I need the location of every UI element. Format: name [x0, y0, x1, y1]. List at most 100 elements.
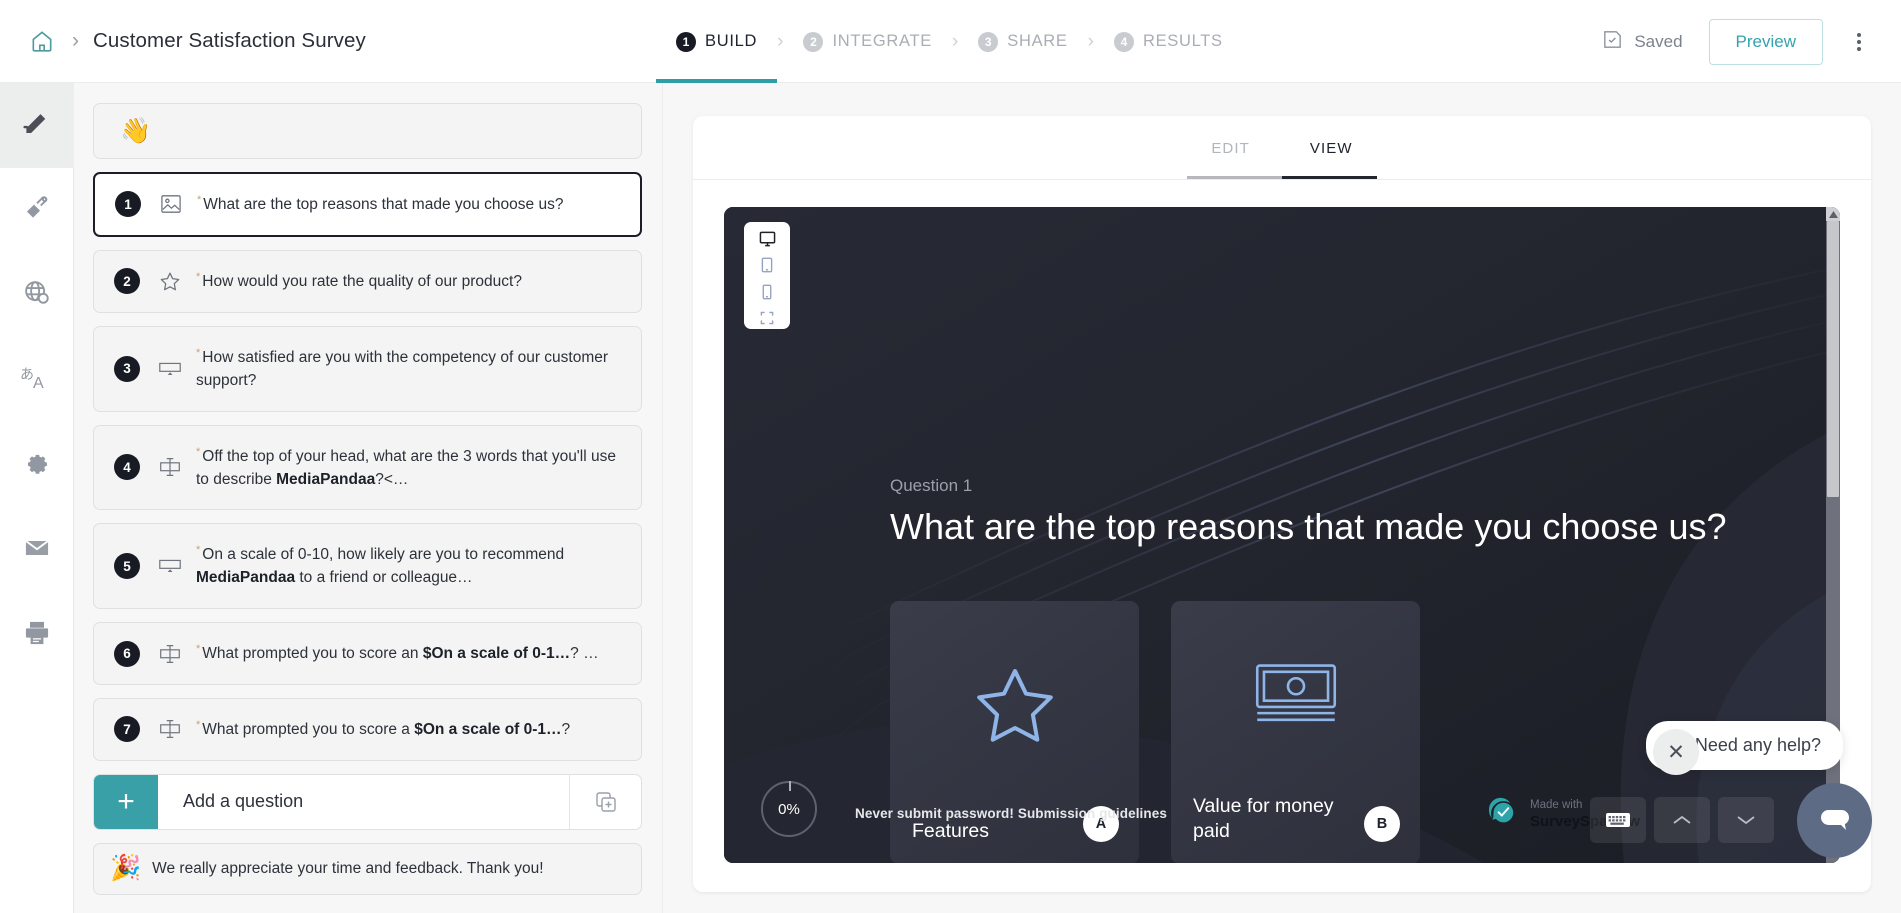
question-body-end: ?	[561, 721, 571, 739]
device-preview-switcher	[744, 222, 790, 329]
saved-file-icon	[1601, 28, 1624, 56]
step-build[interactable]: 1 BUILD	[655, 0, 778, 83]
svg-text:あ: あ	[20, 367, 34, 383]
more-options-icon[interactable]	[1837, 20, 1881, 64]
question-piped-value: MediaPandaa	[196, 569, 296, 587]
scrollbar-up-arrow[interactable]	[1826, 207, 1840, 221]
question-card-3[interactable]: 3 * How satisfied are you with the compet…	[93, 325, 642, 412]
sidebar-item-build[interactable]	[0, 83, 74, 168]
preview-button[interactable]: Preview	[1708, 18, 1823, 65]
question-card-2[interactable]: 2 * How would you rate the quality of our…	[93, 249, 642, 313]
step-number: 1	[676, 31, 696, 52]
preview-area: EDIT VIEW Question 1 What are the top re…	[663, 83, 1901, 913]
sidebar-item-print[interactable]	[0, 593, 74, 678]
add-question-label: Add a question	[183, 791, 304, 812]
question-text: * How would you rate the quality of our p…	[190, 251, 641, 312]
question-body-end: ?<…	[375, 470, 409, 488]
question-text: * What prompted you to score an $On a sca…	[190, 623, 641, 684]
survey-builder-app: › Customer Satisfaction Survey 1 BUILD ›…	[0, 0, 1901, 913]
sidebar-item-email[interactable]	[0, 508, 74, 593]
text-input-icon	[150, 718, 190, 740]
settings-gear-icon	[23, 449, 51, 482]
question-card-4[interactable]: 4 * Off the top of your head, what are th…	[93, 424, 642, 511]
page-title: Customer Satisfaction Survey	[93, 29, 366, 52]
opinion-scale-icon	[150, 359, 190, 379]
top-bar: › Customer Satisfaction Survey 1 BUILD ›…	[0, 0, 1901, 83]
question-number: 7	[114, 716, 140, 743]
required-asterisk: *	[196, 643, 201, 656]
question-card-5[interactable]: 5 * On a scale of 0-10, how likely are yo…	[93, 523, 642, 610]
step-chevron-icon: ›	[1087, 30, 1094, 52]
tab-edit[interactable]: EDIT	[1181, 118, 1280, 177]
question-piped-value: MediaPandaa	[276, 470, 376, 488]
question-card-1[interactable]: 1 * What are the top reasons that made yo…	[93, 172, 642, 237]
step-label: RESULTS	[1142, 32, 1223, 50]
question-number: 3	[114, 355, 140, 382]
required-asterisk: *	[196, 718, 201, 731]
fullscreen-preview-icon[interactable]	[754, 308, 780, 330]
progress-value: 0%	[778, 800, 800, 818]
step-label: BUILD	[705, 32, 758, 50]
required-asterisk: *	[196, 544, 201, 557]
sidebar-item-language-region[interactable]	[0, 253, 74, 338]
nav-down-icon[interactable]	[1718, 797, 1774, 843]
sidebar-item-translate[interactable]: あ A	[0, 338, 74, 423]
question-text: * What are the top reasons that made you …	[191, 174, 640, 235]
add-question-row[interactable]: + Add a question	[93, 773, 642, 830]
sidebar-item-settings[interactable]	[0, 423, 74, 508]
globe-icon	[22, 278, 52, 313]
saved-label: Saved	[1634, 31, 1683, 51]
home-icon[interactable]	[22, 21, 62, 61]
plus-icon[interactable]: +	[94, 774, 158, 829]
question-body: What prompted you to score an	[202, 645, 423, 663]
question-text: * Off the top of your head, what are the …	[190, 426, 641, 510]
tablet-preview-icon[interactable]	[754, 255, 780, 277]
question-body: On a scale of 0-10, how likely are you t…	[202, 546, 565, 564]
question-piped-value: $On a scale of 0-1…	[422, 645, 571, 663]
step-number: 3	[978, 31, 999, 52]
tab-view[interactable]: VIEW	[1280, 118, 1383, 177]
step-results[interactable]: 4 RESULTS	[1110, 0, 1227, 83]
preview-footer: 0% Never submit password! Submission gui…	[724, 767, 1840, 863]
preview-question-title: What are the top reasons that made you c…	[890, 506, 1727, 547]
star-rating-icon	[150, 271, 190, 292]
thank-you-card[interactable]: 🎉 We really appreciate your time and fee…	[93, 842, 642, 895]
desktop-preview-icon[interactable]	[754, 228, 780, 250]
question-body-end: ? …	[570, 645, 599, 663]
step-share[interactable]: 3 SHARE	[974, 0, 1071, 83]
nav-up-icon[interactable]	[1654, 797, 1710, 843]
step-label: INTEGRATE	[832, 32, 932, 50]
left-icon-rail: あ A	[0, 83, 74, 913]
question-body: What prompted you to score a	[202, 721, 415, 739]
question-text: * How satisfied are you with the competen…	[190, 327, 641, 411]
picture-choice-icon	[151, 194, 191, 214]
question-number: 6	[114, 640, 140, 667]
surveysparrow-logo-icon	[1484, 792, 1520, 833]
keyboard-icon[interactable]	[1590, 797, 1646, 843]
step-integrate[interactable]: 2 INTEGRATE	[799, 0, 936, 83]
text-input-icon	[150, 456, 190, 478]
wizard-steps: 1 BUILD › 2 INTEGRATE › 3 SHARE › 4 RESU…	[655, 0, 1227, 83]
sidebar-item-theme[interactable]	[0, 168, 74, 253]
question-card-7[interactable]: 7 * What prompted you to score a $On a sc…	[93, 697, 642, 761]
preview-tabs: EDIT VIEW	[693, 116, 1871, 179]
chat-icon[interactable]	[1797, 783, 1872, 858]
question-number: 2	[114, 268, 140, 295]
duplicate-icon[interactable]	[569, 774, 641, 829]
greeting-card[interactable]: 👋	[93, 103, 642, 159]
step-number: 4	[1113, 31, 1134, 52]
text-input-icon	[150, 643, 190, 665]
question-card-6[interactable]: 6 * What prompted you to score an $On a s…	[93, 622, 642, 685]
question-body: How satisfied are you with the competenc…	[196, 349, 609, 389]
scrollbar-thumb[interactable]	[1827, 221, 1839, 497]
mobile-preview-icon[interactable]	[754, 281, 780, 303]
question-body-end: to a friend or colleague…	[295, 569, 473, 587]
question-number: 5	[114, 553, 140, 580]
required-asterisk: *	[196, 270, 201, 283]
money-bill-icon	[1171, 663, 1420, 725]
top-bar-actions: Saved Preview	[1601, 0, 1881, 83]
preview-question-label: Question 1	[890, 476, 973, 495]
close-icon[interactable]: ✕	[1653, 729, 1699, 775]
submission-guidelines-note[interactable]: Never submit password! Submission guidel…	[855, 806, 1167, 821]
question-number: 1	[115, 191, 141, 218]
